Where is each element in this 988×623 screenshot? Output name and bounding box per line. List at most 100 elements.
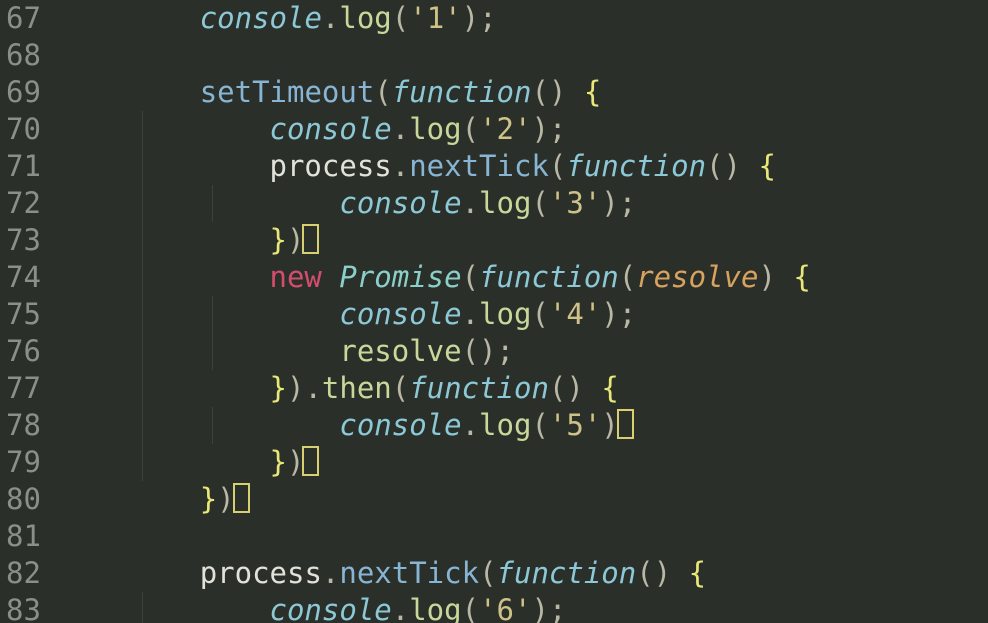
line-number: 80 bbox=[6, 481, 40, 518]
token-func: setTimeout bbox=[200, 75, 375, 109]
token-method: log bbox=[479, 408, 531, 442]
code-line[interactable] bbox=[60, 37, 988, 74]
indent-guide bbox=[212, 407, 213, 444]
token-string: '1' bbox=[409, 1, 461, 35]
code-area[interactable]: console.log('1'); setTimeout(function() … bbox=[48, 0, 988, 623]
token-type: Promise bbox=[339, 260, 461, 294]
cursor-box bbox=[302, 446, 319, 476]
line-number: 78 bbox=[6, 407, 40, 444]
line-number: 72 bbox=[6, 185, 40, 222]
token-brace: { bbox=[793, 260, 810, 294]
code-line[interactable] bbox=[60, 518, 988, 555]
token-punct: ) bbox=[531, 593, 548, 623]
token-punct: ; bbox=[619, 186, 636, 220]
token-punct: ( bbox=[706, 149, 723, 183]
indent-whitespace bbox=[60, 223, 270, 257]
cursor-box bbox=[617, 409, 634, 439]
token-punct: ) bbox=[724, 149, 741, 183]
code-line[interactable]: }) bbox=[60, 222, 988, 259]
token-punct: ( bbox=[531, 408, 548, 442]
token-funckw: function bbox=[392, 75, 532, 109]
token-punct: ) bbox=[479, 334, 496, 368]
code-line[interactable]: console.log('6'); bbox=[60, 592, 988, 623]
token-punct: . bbox=[304, 371, 321, 405]
token-plain bbox=[584, 371, 601, 405]
indent-guide bbox=[212, 333, 213, 370]
indent-whitespace bbox=[60, 1, 200, 35]
indent-whitespace bbox=[60, 186, 339, 220]
cursor-box bbox=[233, 483, 250, 513]
token-string: '4' bbox=[549, 297, 601, 331]
token-method: log bbox=[409, 593, 461, 623]
indent-guide bbox=[142, 444, 143, 481]
token-brace: } bbox=[270, 445, 287, 479]
token-punct: ( bbox=[531, 186, 548, 220]
indent-whitespace bbox=[60, 556, 200, 590]
code-line[interactable]: console.log('5') bbox=[60, 407, 988, 444]
code-line[interactable]: }) bbox=[60, 444, 988, 481]
indent-guide bbox=[142, 148, 143, 185]
token-plain bbox=[671, 556, 688, 590]
token-punct: . bbox=[462, 186, 479, 220]
indent-guide bbox=[142, 185, 143, 222]
indent-whitespace bbox=[60, 593, 270, 623]
token-punct: ) bbox=[531, 112, 548, 146]
token-punct: ) bbox=[758, 260, 775, 294]
code-line[interactable]: process.nextTick(function() { bbox=[60, 148, 988, 185]
token-punct: ( bbox=[462, 112, 479, 146]
code-line[interactable]: console.log('4'); bbox=[60, 296, 988, 333]
token-punct: ( bbox=[636, 556, 653, 590]
code-line[interactable]: console.log('1'); bbox=[60, 0, 988, 37]
token-method: log bbox=[479, 186, 531, 220]
token-punct: ) bbox=[566, 371, 583, 405]
token-punct: ( bbox=[462, 593, 479, 623]
cursor-box bbox=[302, 224, 319, 254]
code-line[interactable]: setTimeout(function() { bbox=[60, 74, 988, 111]
token-method: log bbox=[409, 112, 461, 146]
token-func: nextTick bbox=[409, 149, 549, 183]
indent-guide bbox=[142, 222, 143, 259]
code-editor[interactable]: 6768697071727374757677787980818283 conso… bbox=[0, 0, 988, 623]
line-number: 73 bbox=[6, 222, 40, 259]
token-punct: ( bbox=[462, 334, 479, 368]
token-obj: console bbox=[339, 408, 461, 442]
code-line[interactable]: process.nextTick(function() { bbox=[60, 555, 988, 592]
token-string: '2' bbox=[479, 112, 531, 146]
token-obj: console bbox=[339, 186, 461, 220]
indent-guide bbox=[142, 111, 143, 148]
line-number: 68 bbox=[6, 37, 40, 74]
line-number: 75 bbox=[6, 296, 40, 333]
token-punct: ) bbox=[287, 371, 304, 405]
token-obj: console bbox=[270, 112, 392, 146]
code-line[interactable]: console.log('3'); bbox=[60, 185, 988, 222]
token-punct: ( bbox=[531, 75, 548, 109]
line-number: 76 bbox=[6, 333, 40, 370]
token-obj: console bbox=[270, 593, 392, 623]
token-plain: process bbox=[270, 149, 392, 183]
token-punct: ( bbox=[392, 371, 409, 405]
code-line[interactable]: console.log('2'); bbox=[60, 111, 988, 148]
indent-guide bbox=[212, 185, 213, 222]
token-punct: ; bbox=[549, 112, 566, 146]
token-plain bbox=[322, 260, 339, 294]
indent-whitespace bbox=[60, 371, 270, 405]
token-funckw: function bbox=[409, 371, 549, 405]
token-punct: . bbox=[392, 593, 409, 623]
token-method: log bbox=[479, 297, 531, 331]
token-param: resolve bbox=[636, 260, 758, 294]
code-line[interactable]: new Promise(function(resolve) { bbox=[60, 259, 988, 296]
code-line[interactable]: resolve(); bbox=[60, 333, 988, 370]
code-line[interactable]: }).then(function() { bbox=[60, 370, 988, 407]
line-number: 71 bbox=[6, 148, 40, 185]
line-number: 70 bbox=[6, 111, 40, 148]
token-funckw: function bbox=[497, 556, 637, 590]
token-punct: . bbox=[392, 112, 409, 146]
line-number: 82 bbox=[6, 555, 40, 592]
token-punct: ( bbox=[531, 297, 548, 331]
line-number: 79 bbox=[6, 444, 40, 481]
code-line[interactable]: }) bbox=[60, 481, 988, 518]
token-brace: } bbox=[270, 223, 287, 257]
indent-guide bbox=[212, 296, 213, 333]
token-plain bbox=[566, 75, 583, 109]
indent-whitespace bbox=[60, 260, 270, 294]
